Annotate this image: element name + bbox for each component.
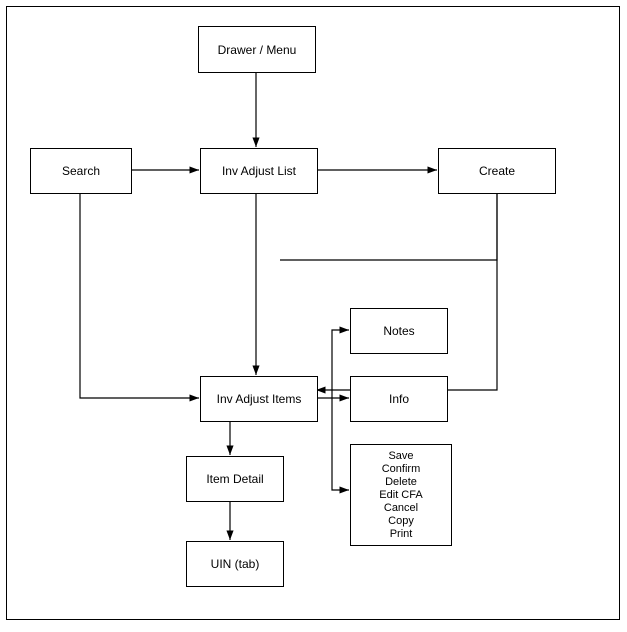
action-label: Delete [385, 476, 417, 489]
action-label: Cancel [384, 502, 418, 515]
action-label: Print [390, 528, 413, 541]
node-inv-adjust-list: Inv Adjust List [200, 148, 318, 194]
connector-layer [0, 0, 627, 632]
node-drawer-menu: Drawer / Menu [198, 26, 316, 73]
node-uin-tab: UIN (tab) [186, 541, 284, 587]
node-info: Info [350, 376, 448, 422]
action-label: Save [388, 450, 413, 463]
node-notes: Notes [350, 308, 448, 354]
action-label: Edit CFA [379, 489, 422, 502]
node-actions: SaveConfirmDeleteEdit CFACancelCopyPrint [350, 444, 452, 546]
action-label: Confirm [382, 463, 421, 476]
node-item-detail: Item Detail [186, 456, 284, 502]
node-search: Search [30, 148, 132, 194]
action-label: Copy [388, 515, 414, 528]
node-create: Create [438, 148, 556, 194]
node-inv-adjust-items: Inv Adjust Items [200, 376, 318, 422]
